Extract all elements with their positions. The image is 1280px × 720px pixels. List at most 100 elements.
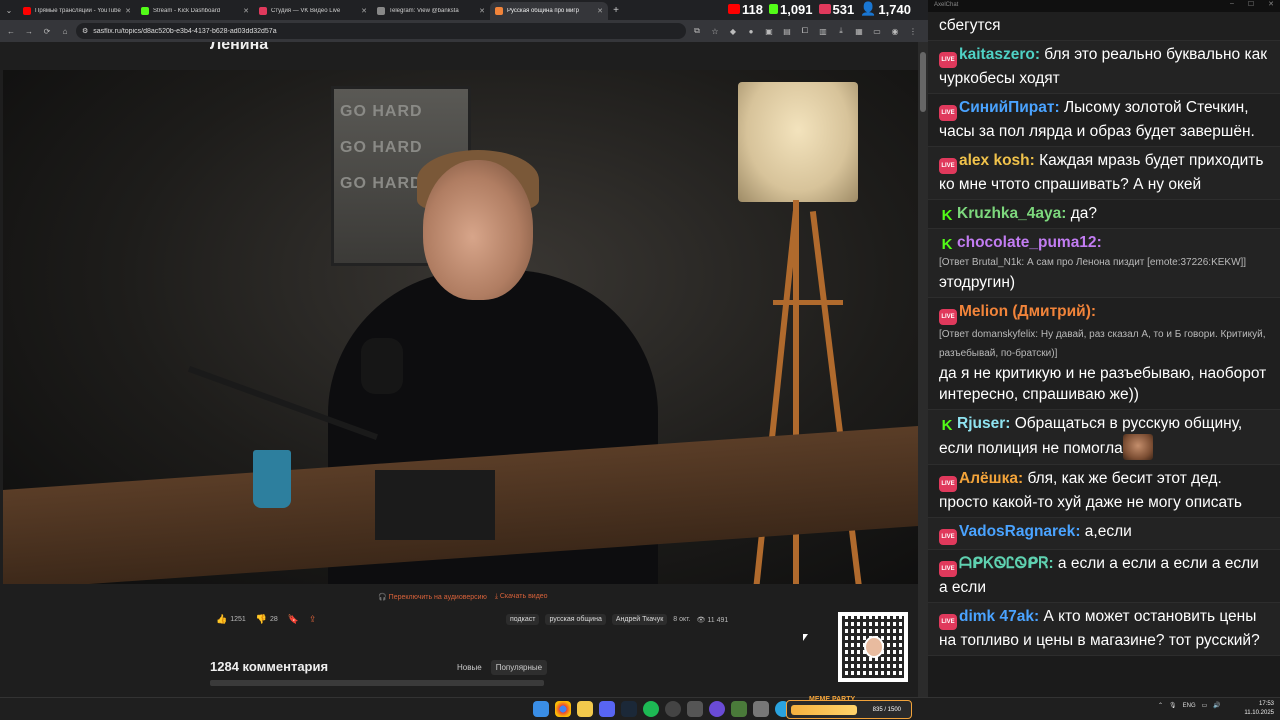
page-scrollbar[interactable] xyxy=(918,42,928,697)
extensions-puzzle-icon[interactable]: ⧠ xyxy=(798,24,812,38)
app-icon[interactable] xyxy=(753,701,769,717)
poster-art: GO HARD xyxy=(340,139,423,156)
username-colon: : xyxy=(1061,205,1071,222)
like-button[interactable]: 👍 1251 xyxy=(216,614,246,625)
sidebar-icon[interactable]: ▥ xyxy=(816,24,830,38)
download-video-link[interactable]: ⤓ Скачать видео xyxy=(495,593,548,601)
steam-icon[interactable] xyxy=(621,701,637,717)
close-tab-icon[interactable]: ✕ xyxy=(597,7,603,15)
media-player-icon[interactable] xyxy=(709,701,725,717)
close-icon[interactable]: ✕ xyxy=(1268,0,1274,8)
site-info-icon[interactable]: ⚙ xyxy=(82,27,88,35)
scrollbar-thumb[interactable] xyxy=(920,52,926,112)
split-icon[interactable]: ▦ xyxy=(852,24,866,38)
spotify-icon[interactable] xyxy=(643,701,659,717)
vk-count: 531 xyxy=(832,1,855,17)
download-icon[interactable]: ⤓ xyxy=(834,24,848,38)
volume-icon[interactable]: 🔊 xyxy=(1213,702,1220,709)
comments-title: 1284 комментария xyxy=(210,659,329,674)
vk-live-badge-icon: LIVE xyxy=(939,309,957,325)
total-viewers: 👤 1,740 xyxy=(860,1,911,17)
dislike-button[interactable]: 👎 28 xyxy=(256,614,278,625)
chat-username[interactable]: СинийПират xyxy=(959,99,1055,116)
chat-message: LIVE kaitaszero: бля это реально буквальн… xyxy=(928,41,1280,94)
taskbar: MEME PARTY 835 / 1500 ⌃ 🎙 ENG ▭ 🔊 17:53 … xyxy=(0,696,1280,720)
tab-vk[interactable]: Студия — VK Видео Live ✕ xyxy=(254,2,372,20)
poster-art: GO HARD xyxy=(340,103,423,120)
chat-username[interactable]: alex kosh xyxy=(959,152,1030,169)
globe-favicon-icon xyxy=(377,7,385,15)
chat-username[interactable]: dimk 47ak xyxy=(959,608,1034,625)
extension-icon[interactable]: ◆ xyxy=(726,24,740,38)
close-tab-icon[interactable]: ✕ xyxy=(361,7,367,15)
maximize-icon[interactable]: ☐ xyxy=(1248,0,1254,8)
chevron-up-icon[interactable]: ⌃ xyxy=(1158,702,1163,709)
vk-live-badge-icon: LIVE xyxy=(939,529,957,545)
forward-icon[interactable]: → xyxy=(22,24,36,38)
close-tab-icon[interactable]: ✕ xyxy=(243,7,249,15)
address-bar[interactable]: ⚙ sasflix.ru/topics/d8ac520b-e3b4-4137-b… xyxy=(76,23,686,39)
tab-search-icon[interactable]: ⌄ xyxy=(0,0,18,20)
chat-username[interactable]: ᗩᑭᏦᏫᏝᏫᑭᏒ xyxy=(959,555,1048,572)
folder-icon[interactable] xyxy=(577,701,593,717)
chat-username[interactable]: VadosRagnarek xyxy=(959,523,1075,540)
username-colon: : xyxy=(1048,555,1058,572)
chat-username[interactable]: Rjuser xyxy=(957,415,1005,432)
tag-chip[interactable]: русская община xyxy=(545,614,606,625)
vk-live-badge-icon: LIVE xyxy=(939,105,957,121)
extension-icon[interactable]: ▤ xyxy=(780,24,794,38)
switch-audio-link[interactable]: 🎧 Переключить на аудиоверсию xyxy=(378,593,487,601)
switch-audio-label: Переключить на аудиоверсию xyxy=(388,594,487,601)
chat-emote-icon xyxy=(1122,434,1153,460)
tab-kick[interactable]: Stream - Kick Dashboard ✕ xyxy=(136,2,254,20)
close-tab-icon[interactable]: ✕ xyxy=(479,7,485,15)
close-tab-icon[interactable]: ✕ xyxy=(125,7,131,15)
windows-start-icon[interactable] xyxy=(533,701,549,717)
meme-party-widget[interactable]: MEME PARTY 835 / 1500 xyxy=(786,696,912,719)
vk-live-badge-icon: LIVE xyxy=(939,476,957,492)
clock[interactable]: 17:53 11.10.2025 xyxy=(1240,700,1274,718)
install-icon[interactable]: ⧉ xyxy=(690,24,704,38)
extension-icon[interactable]: ● xyxy=(744,24,758,38)
chat-message-list[interactable]: сбегутся LIVE kaitaszero: бля это реально … xyxy=(928,12,1280,656)
total-count: 1,740 xyxy=(878,1,911,17)
tab-label: Студия — VK Видео Live xyxy=(271,8,341,14)
minimize-icon[interactable]: – xyxy=(1230,0,1234,8)
discord-icon[interactable] xyxy=(599,701,615,717)
chat-username[interactable]: Kruzhka_4aya xyxy=(957,205,1061,222)
tab-telegram[interactable]: Telegram: View @banksta ✕ xyxy=(372,2,490,20)
video-player[interactable]: GO HARD GO HARD GO HARD xyxy=(3,70,918,584)
home-icon[interactable]: ⌂ xyxy=(58,24,72,38)
bookmark-star-icon[interactable]: ☆ xyxy=(708,24,722,38)
chrome-icon[interactable] xyxy=(555,701,571,717)
reload-icon[interactable]: ⟳ xyxy=(40,24,54,38)
menu-icon[interactable]: ⋮ xyxy=(906,24,920,38)
chat-username[interactable]: chocolate_puma12 xyxy=(957,234,1097,251)
sort-popular-tab[interactable]: Популярные xyxy=(490,660,548,675)
chat-username[interactable]: Алёшка xyxy=(959,470,1018,487)
chat-message: LIVE ᗩᑭᏦᏫᏝᏫᑭᏒ: а если а если а если а есл… xyxy=(928,550,1280,603)
language-indicator[interactable]: ENG xyxy=(1183,703,1196,709)
bookmark-button[interactable]: 🔖 xyxy=(288,614,299,625)
app-icon[interactable] xyxy=(687,701,703,717)
tab-active-article[interactable]: Русская община про мигр ✕ xyxy=(490,2,608,20)
tag-chip[interactable]: Андрей Ткачук xyxy=(611,614,668,625)
extension-icon[interactable]: ▣ xyxy=(762,24,776,38)
back-icon[interactable]: ← xyxy=(4,24,18,38)
new-tab-button[interactable]: + xyxy=(608,5,624,16)
obs-icon[interactable] xyxy=(665,701,681,717)
cast-icon[interactable]: ▭ xyxy=(870,24,884,38)
monitor-icon[interactable]: ▭ xyxy=(1202,702,1208,709)
sort-new-tab[interactable]: Новые xyxy=(452,660,487,675)
tag-chip[interactable]: подкаст xyxy=(506,614,540,625)
tab-youtube[interactable]: Прямые трансляции - YouTube ✕ xyxy=(18,2,136,20)
profile-icon[interactable]: ◉ xyxy=(888,24,902,38)
qr-face-logo xyxy=(864,636,884,658)
comment-input[interactable] xyxy=(210,680,544,686)
chat-username[interactable]: Melion (Дмитрий) xyxy=(959,303,1091,320)
chat-username[interactable]: kaitaszero xyxy=(959,46,1035,63)
microphone-icon[interactable]: 🎙 xyxy=(1169,702,1177,709)
share-button[interactable]: ⇪ xyxy=(309,614,317,625)
app-icon[interactable] xyxy=(731,701,747,717)
system-tray: ⌃ 🎙 ENG ▭ 🔊 xyxy=(1158,702,1221,710)
